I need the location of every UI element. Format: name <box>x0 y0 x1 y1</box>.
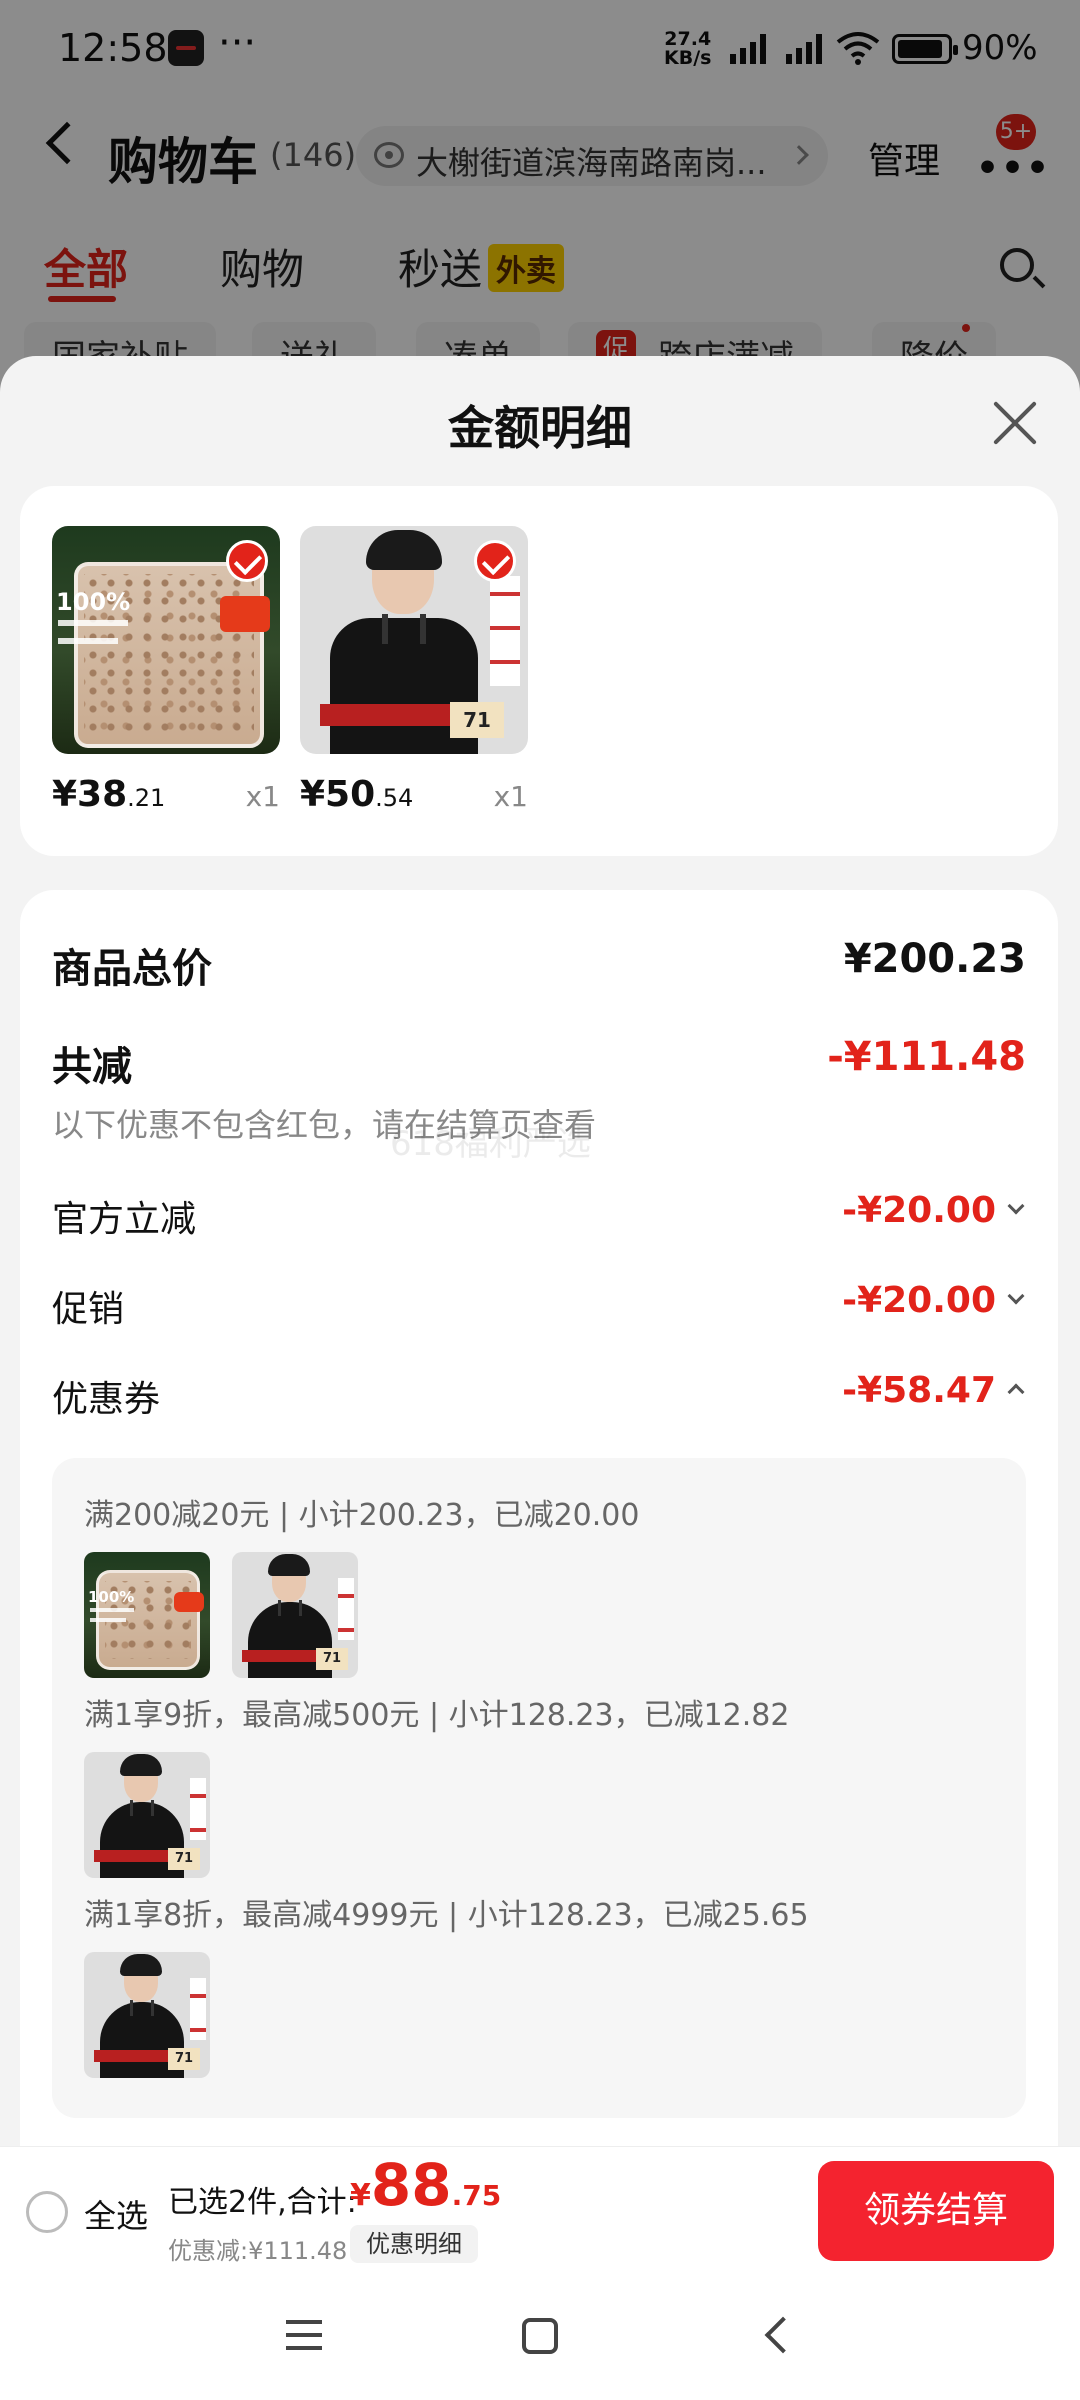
mini-image-polo-shirt: 71 <box>84 1952 210 2078</box>
saved-amount: 优惠减:¥111.48 <box>168 2237 348 2265</box>
mini-image-polo-shirt: 71 <box>232 1552 358 1678</box>
product-qty: x1 <box>493 780 528 813</box>
checked-icon <box>226 540 268 582</box>
select-all-radio[interactable] <box>26 2191 68 2233</box>
recent-apps-icon[interactable] <box>286 2320 322 2350</box>
checkout-button[interactable]: 领券结算 <box>818 2161 1054 2261</box>
total-label: 商品总价 <box>52 946 212 992</box>
coupon-label[interactable]: 优惠券 <box>52 1370 160 1422</box>
price-int: ¥38 <box>52 774 128 815</box>
amount-detail-sheet: 金额明细 100% ¥38.21 x1 71 ¥50.54 x1 商品总价 ¥2… <box>0 356 1080 2146</box>
mini-badge-text: 71 <box>168 2048 200 2070</box>
total-currency: ¥ <box>350 2178 371 2213</box>
product-item[interactable]: 100% ¥38.21 x1 <box>52 526 280 828</box>
sheet-title: 金额明细 <box>448 401 632 455</box>
coupon-rule-1: 满200减20元 | 小计200.23，已减20.00 <box>84 1498 640 1533</box>
coupon-value[interactable]: -¥58.47 <box>842 1370 996 1411</box>
official-discount-value[interactable]: -¥20.00 <box>842 1190 996 1231</box>
product-badge-text: 71 <box>450 702 504 738</box>
checked-icon <box>474 540 516 582</box>
product-qty: x1 <box>245 780 280 813</box>
total-dec: .75 <box>451 2179 502 2212</box>
discount-detail-button[interactable]: 优惠明细 <box>350 2225 478 2263</box>
total-int: 88 <box>370 2151 452 2219</box>
selected-summary: 已选2件,合计: <box>168 2185 357 2220</box>
chevron-down-icon[interactable] <box>1007 1287 1025 1305</box>
home-icon[interactable] <box>522 2318 558 2354</box>
chevron-down-icon[interactable] <box>1007 1197 1025 1215</box>
mini-badge-text: 71 <box>316 1648 348 1670</box>
promotion-value[interactable]: -¥20.00 <box>842 1280 996 1321</box>
selected-products-card: 100% ¥38.21 x1 71 ¥50.54 x1 <box>20 486 1058 856</box>
coupon-detail-panel: 满200减20元 | 小计200.23，已减20.00 100% 71 满1享9… <box>52 1458 1026 2118</box>
select-all-label[interactable]: 全选 <box>84 2191 148 2237</box>
price-dec: .21 <box>127 784 166 812</box>
watermark-text: 618福利严选 <box>390 1124 591 1164</box>
discount-value: -¥111.48 <box>827 1034 1026 1080</box>
coupon-rule-2: 满1享9折，最高减500元 | 小计128.23，已减12.82 <box>84 1698 790 1733</box>
product-item[interactable]: 71 ¥50.54 x1 <box>300 526 528 828</box>
chevron-up-icon[interactable] <box>1007 1383 1025 1401</box>
close-icon[interactable] <box>992 400 1038 446</box>
promotion-label[interactable]: 促销 <box>52 1280 124 1332</box>
mini-image-pet-food: 100% <box>84 1552 210 1678</box>
price-int: ¥50 <box>300 774 376 815</box>
product-price: ¥50.54 <box>300 774 413 815</box>
official-discount-label[interactable]: 官方立减 <box>52 1190 196 1242</box>
product-image-pet-food: 100% <box>52 526 280 754</box>
mini-image-polo-shirt: 71 <box>84 1752 210 1878</box>
checkout-bar: 全选 已选2件,合计: ¥88.75 优惠减:¥111.48 优惠明细 领券结算 <box>0 2146 1080 2274</box>
back-nav-icon[interactable] <box>764 2316 802 2354</box>
product-badge-text: 100% <box>56 588 131 616</box>
mini-badge-text: 100% <box>88 1588 135 1606</box>
checkout-total: ¥88.75 <box>350 2151 501 2219</box>
price-dec: .54 <box>375 784 414 812</box>
total-value: ¥200.23 <box>843 936 1026 982</box>
product-price: ¥38.21 <box>52 774 165 815</box>
discount-label: 共减 <box>52 1044 132 1090</box>
system-navigation-bar <box>0 2274 1080 2400</box>
price-breakdown-card: 商品总价 ¥200.23 共减 -¥111.48 以下优惠不包含红包，请在结算页… <box>20 890 1058 2146</box>
mini-badge-text: 71 <box>168 1848 200 1870</box>
coupon-rule-3: 满1享8折，最高减4999元 | 小计128.23，已减25.65 <box>84 1898 809 1933</box>
product-image-polo-shirt: 71 <box>300 526 528 754</box>
